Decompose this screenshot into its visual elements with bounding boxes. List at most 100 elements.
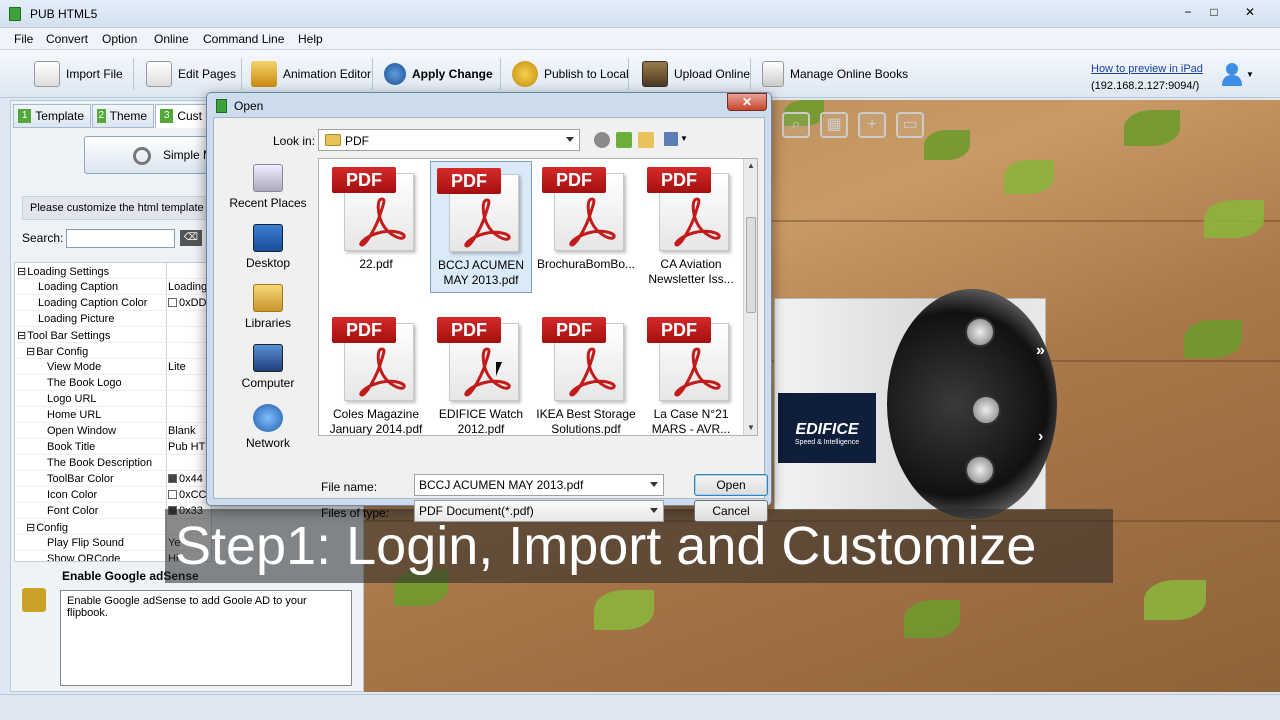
property-name: ⊟Bar Config [26,345,88,358]
minimize-button[interactable]: − [1174,3,1202,21]
files-of-type-dropdown-icon[interactable] [650,508,658,513]
property-group-row[interactable]: ⊟Tool Bar Settings [15,327,211,343]
import-file-button[interactable]: Import File [34,56,123,92]
file-name-input[interactable]: BCCJ ACUMEN MAY 2013.pdf [414,474,664,496]
menu-file[interactable]: File [14,32,33,46]
collapse-icon[interactable]: ⊟ [17,330,26,342]
place-recent-places[interactable]: Recent Places [222,164,314,220]
thumbnails-icon[interactable]: ▦ [820,112,848,138]
property-row[interactable]: Book Title Pub HTM [15,439,211,455]
file-list-scrollbar[interactable]: ▲ ▼ [743,159,757,435]
property-row[interactable]: View Mode Lite [15,359,211,375]
file-item[interactable]: PDF BrochuraBomBo... [535,161,637,293]
clear-search-icon[interactable]: ⌫ [180,230,202,246]
menu-convert[interactable]: Convert [46,32,88,46]
tab-customize[interactable]: 3 Cust [155,104,209,128]
up-folder-icon[interactable] [616,132,632,148]
manage-online-books-button[interactable]: Manage Online Books [762,56,908,92]
toolbar-separator [241,58,242,90]
file-item[interactable]: PDF EDIFICE Watch 2012.pdf [430,311,532,435]
property-row[interactable]: Loading Caption Loading [15,279,211,295]
animation-editor-button[interactable]: Animation Editor [251,56,371,92]
close-button[interactable]: ✕ [1236,3,1264,21]
back-icon[interactable] [594,132,610,148]
property-row[interactable]: Home URL [15,407,211,423]
menu-command-line[interactable]: Command Line [203,32,284,46]
tab-theme[interactable]: 2 Theme [92,104,154,128]
files-of-type-value: PDF Document(*.pdf) [419,504,534,518]
property-value[interactable]: Lite [168,361,186,373]
view-menu-chevron-icon[interactable]: ▼ [680,134,688,143]
file-item[interactable]: PDF 22.pdf [325,161,427,293]
property-row[interactable]: The Book Description [15,455,211,471]
property-row[interactable]: The Book Logo [15,375,211,391]
simple-mode-button[interactable]: Simple M [84,136,214,174]
dialog-close-button[interactable]: ✕ [727,93,767,111]
property-group-row[interactable]: ⊟Loading Settings [15,263,211,279]
file-name-line1: Coles Magazine [332,407,420,421]
file-item[interactable]: PDF La Case N°21 MARS - AVR... [640,311,742,435]
cancel-button[interactable]: Cancel [694,500,768,522]
property-row[interactable]: Icon Color 0xCC [15,487,211,503]
pdf-file-icon: PDF [542,317,630,403]
edifice-logo: EDIFICE Speed & Intelligence [778,393,876,463]
last-page-icon[interactable]: » [1036,342,1045,360]
maximize-button[interactable]: □ [1200,3,1228,21]
next-page-icon[interactable]: › [1038,428,1043,446]
property-value[interactable]: 0xDD [168,297,207,309]
tab-template[interactable]: 1 Template [13,104,91,128]
publish-local-button[interactable]: Publish to Local [512,56,629,92]
edit-pages-button[interactable]: Edit Pages [146,56,236,92]
file-item[interactable]: PDF CA Aviation Newsletter Iss... [640,161,742,293]
property-value[interactable]: Loading [168,281,207,293]
scroll-down-icon[interactable]: ▼ [747,423,755,432]
property-name: ⊟Tool Bar Settings [17,329,110,342]
fullscreen-icon[interactable]: ▭ [896,112,924,138]
main-toolbar: Import File Edit Pages Animation Editor … [0,50,1280,98]
property-row[interactable]: Loading Picture [15,311,211,327]
property-group-row[interactable]: ⊟Bar Config [15,343,211,359]
look-in-select[interactable]: PDF [318,129,580,151]
zoom-in-icon[interactable]: + [858,112,886,138]
ipad-preview-link[interactable]: How to preview in iPad [1091,63,1203,75]
property-row[interactable]: Loading Caption Color 0xDD [15,295,211,311]
file-name-dropdown-icon[interactable] [650,482,658,487]
property-value[interactable]: 0x44 [168,473,203,485]
open-button[interactable]: Open [694,474,768,496]
view-menu-icon[interactable] [664,132,678,146]
collapse-icon[interactable]: ⊟ [26,346,35,358]
user-avatar-icon[interactable] [1222,62,1242,86]
places-bar: Recent Places Desktop Libraries Computer… [222,158,314,458]
property-value-text: Blank [168,425,196,437]
place-libraries[interactable]: Libraries [222,284,314,340]
property-name: ⊟Config [26,521,68,534]
menu-help[interactable]: Help [298,32,323,46]
scrollbar-thumb[interactable] [746,217,756,313]
scroll-up-icon[interactable]: ▲ [747,161,755,170]
upload-online-button[interactable]: Upload Online [642,56,750,92]
collapse-icon[interactable]: ⊟ [26,522,35,534]
menu-online[interactable]: Online [154,32,189,46]
property-row[interactable]: ToolBar Color 0x44 [15,471,211,487]
files-of-type-select[interactable]: PDF Document(*.pdf) [414,500,664,522]
collapse-icon[interactable]: ⊟ [17,266,26,278]
user-menu-chevron-icon[interactable]: ▼ [1246,70,1254,79]
apply-change-button[interactable]: Apply Change [384,56,493,92]
property-row[interactable]: Logo URL [15,391,211,407]
file-item[interactable]: PDF BCCJ ACUMEN MAY 2013.pdf [430,161,532,293]
menu-option[interactable]: Option [102,32,137,46]
pdf-tag: PDF [332,317,396,343]
file-item[interactable]: PDF Coles Magazine January 2014.pdf [325,311,427,435]
place-computer[interactable]: Computer [222,344,314,400]
property-value[interactable]: 0xCC [168,489,207,501]
apply-change-label: Apply Change [412,67,493,81]
property-row[interactable]: Open Window Blank [15,423,211,439]
search-input[interactable] [66,229,175,248]
tab-label: Cust [177,109,202,123]
new-folder-icon[interactable] [638,132,654,148]
place-desktop[interactable]: Desktop [222,224,314,280]
zoom-search-icon[interactable]: ⌕ [782,112,810,138]
place-network[interactable]: Network [222,404,314,460]
property-value[interactable]: Blank [168,425,196,437]
file-item[interactable]: PDF IKEA Best Storage Solutions.pdf [535,311,637,435]
